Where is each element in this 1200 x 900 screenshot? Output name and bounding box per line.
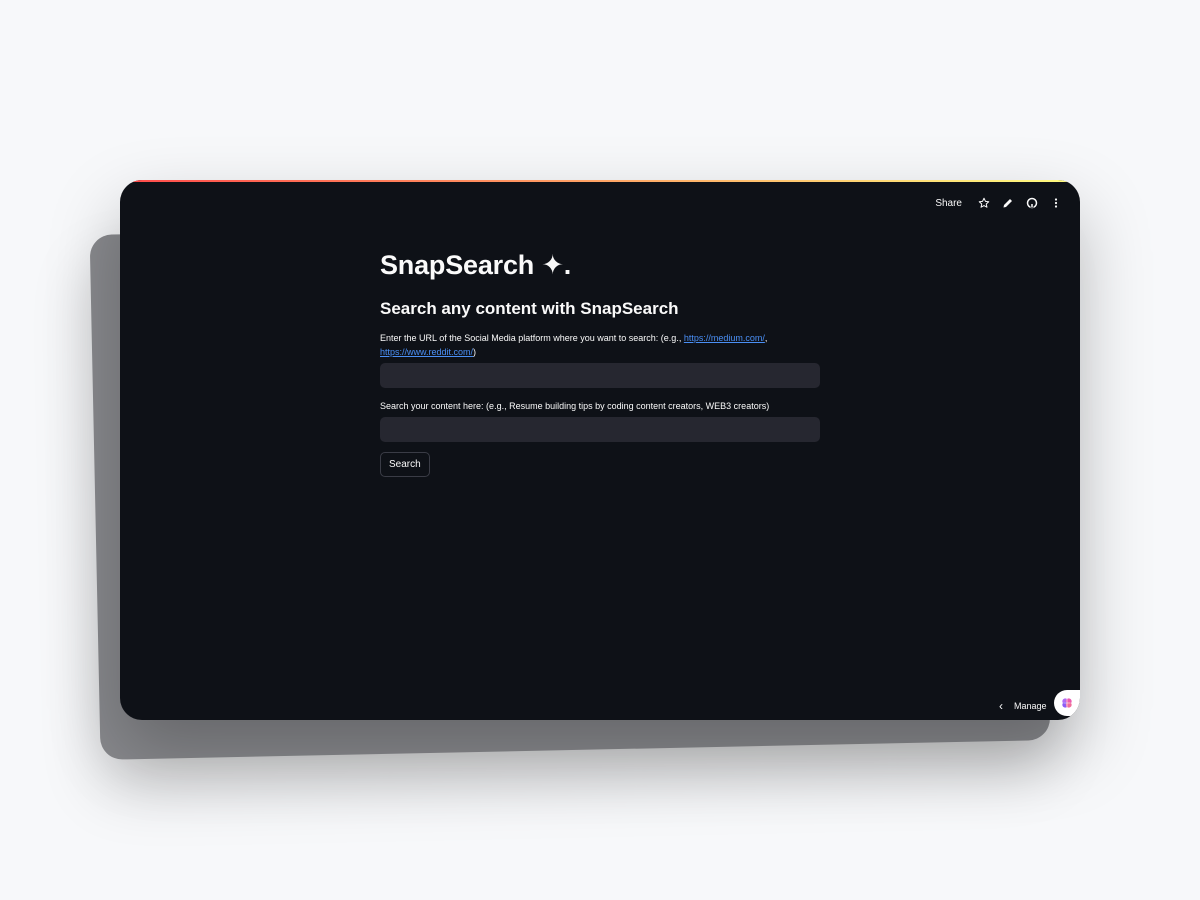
medium-link[interactable]: https://medium.com/: [684, 333, 765, 343]
chevron-left-icon[interactable]: ‹: [994, 699, 1008, 713]
reddit-link[interactable]: https://www.reddit.com/: [380, 347, 473, 357]
more-vertical-icon[interactable]: [1048, 195, 1064, 211]
url-field-label: Enter the URL of the Social Media platfo…: [380, 331, 820, 359]
main-content: SnapSearch ✦. Search any content with Sn…: [380, 250, 820, 477]
github-icon[interactable]: [1024, 195, 1040, 211]
url-label-suffix: ): [473, 347, 477, 357]
app-window: Share SnapSearch ✦. Search any content w…: [120, 180, 1080, 720]
star-icon[interactable]: [976, 195, 992, 211]
query-input[interactable]: [380, 417, 820, 442]
manage-app-label[interactable]: Manage app: [1014, 701, 1048, 711]
page-subtitle: Search any content with SnapSearch: [380, 299, 679, 318]
manage-app-panel[interactable]: ‹ Manage app: [994, 690, 1080, 720]
page-title: SnapSearch ✦.: [380, 250, 572, 280]
pencil-icon[interactable]: [1000, 195, 1016, 211]
search-button[interactable]: Search: [380, 452, 430, 477]
url-label-separator: ,: [764, 333, 768, 343]
query-field-label: Search your content here: (e.g., Resume …: [380, 401, 770, 411]
app-toolbar: Share: [935, 193, 1064, 213]
header-decoration: [120, 180, 1080, 182]
url-label-prefix: Enter the URL of the Social Media platfo…: [380, 333, 684, 343]
brain-logo-icon[interactable]: [1054, 690, 1080, 716]
url-input[interactable]: [380, 363, 820, 388]
share-button[interactable]: Share: [935, 198, 962, 209]
